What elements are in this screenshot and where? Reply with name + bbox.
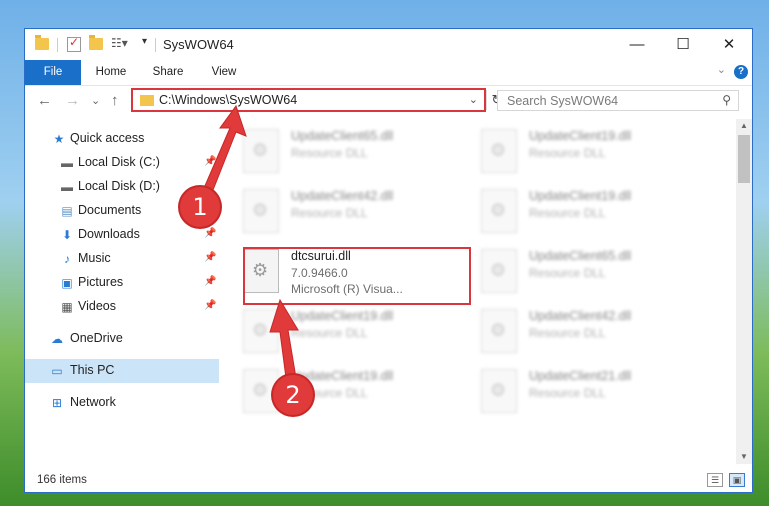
arrow-1 bbox=[200, 104, 247, 196]
annotation-arrows bbox=[200, 104, 299, 379]
callout-2: 2 bbox=[273, 375, 313, 415]
arrow-2 bbox=[269, 298, 299, 379]
callout-1: 1 bbox=[180, 187, 220, 227]
